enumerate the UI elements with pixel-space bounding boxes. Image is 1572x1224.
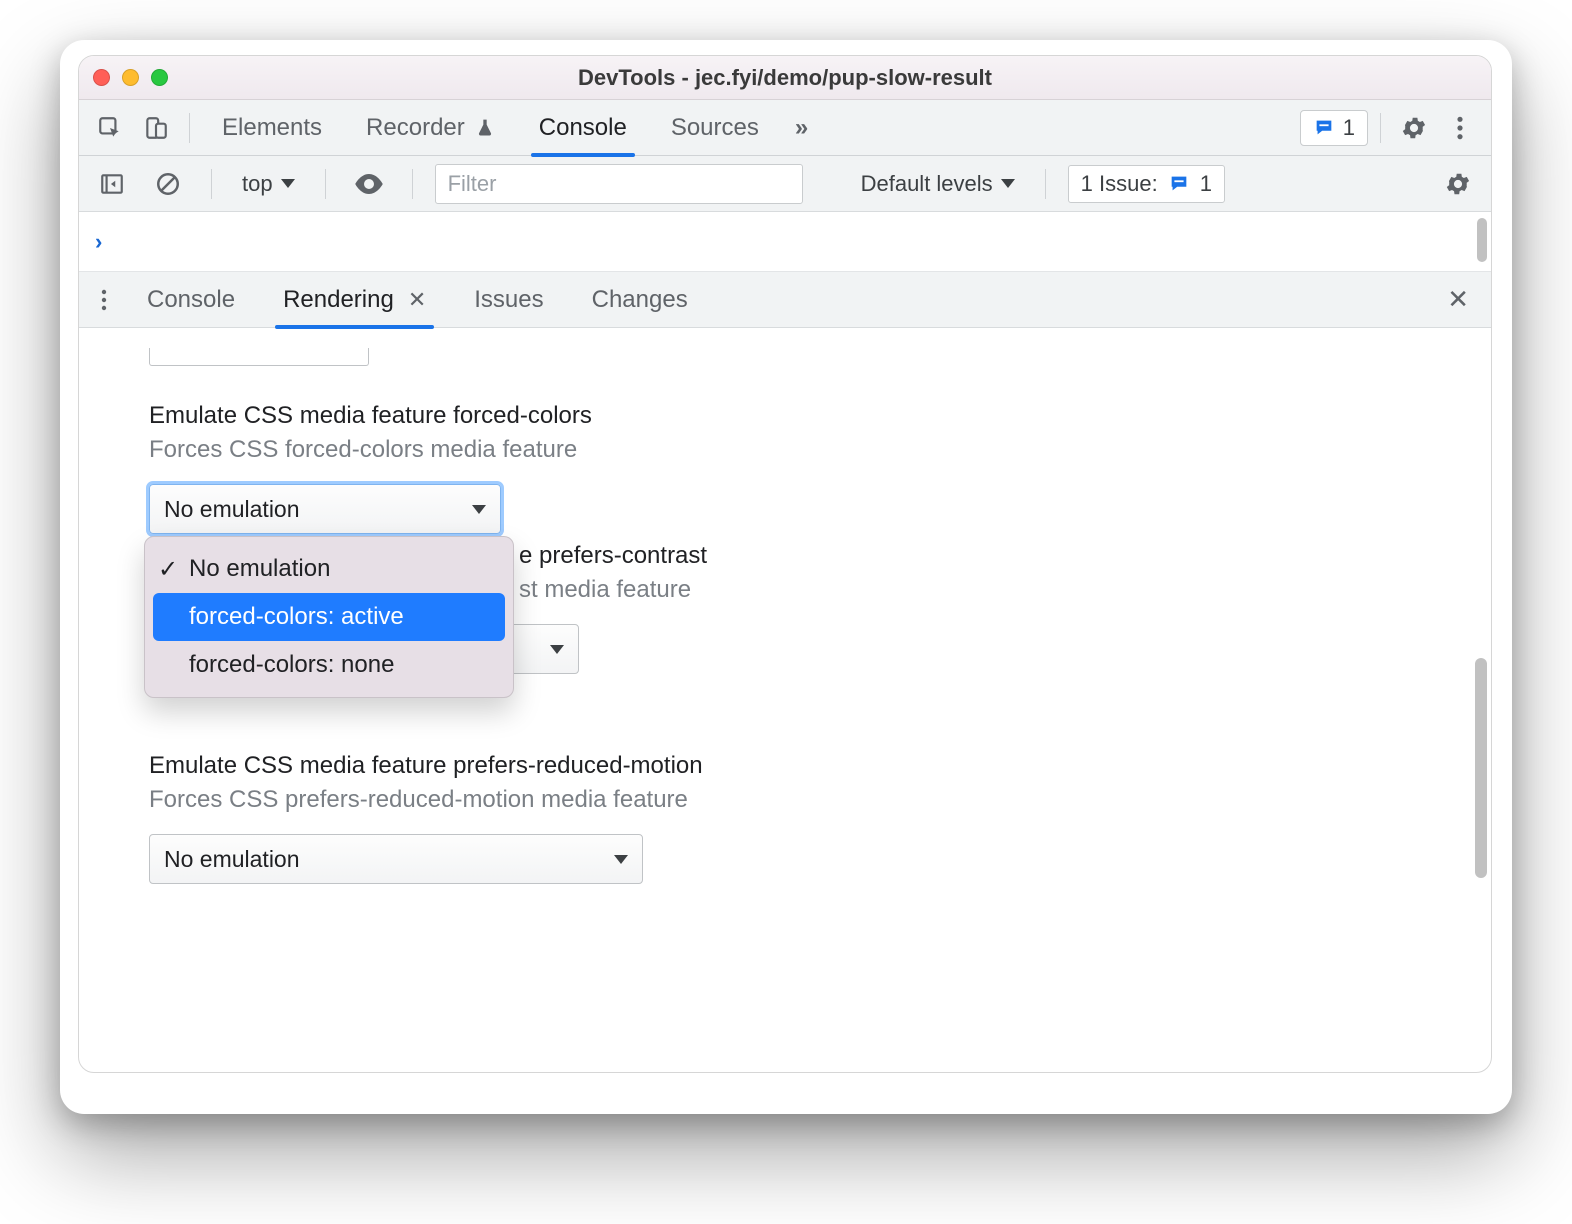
close-tab-icon[interactable]: ✕	[408, 287, 426, 313]
live-expression-eye-icon[interactable]	[348, 164, 390, 204]
dropdown-option-forced-colors-active[interactable]: forced-colors: active	[153, 593, 505, 641]
scrollbar-thumb[interactable]	[1477, 218, 1487, 262]
chevron-down-icon	[472, 505, 486, 514]
prefers-contrast-title-partial: e prefers-contrast	[519, 542, 707, 570]
filter-input[interactable]: Filter	[435, 164, 803, 204]
tab-label: Issues	[474, 286, 543, 314]
separator	[325, 169, 326, 199]
select-value: No emulation	[164, 846, 300, 873]
separator	[1380, 113, 1381, 143]
separator	[412, 169, 413, 199]
chevron-down-icon	[550, 645, 564, 654]
separator	[1045, 169, 1046, 199]
clear-console-icon[interactable]	[147, 164, 189, 204]
prompt-caret-icon: ›	[95, 229, 102, 255]
dropdown-option-forced-colors-none[interactable]: forced-colors: none	[145, 641, 513, 689]
tab-elements[interactable]: Elements	[202, 100, 342, 156]
tab-label: Recorder	[366, 114, 465, 142]
minimize-window-button[interactable]	[122, 69, 139, 86]
scrollbar-thumb[interactable]	[1475, 658, 1487, 878]
check-icon: ✓	[157, 555, 179, 584]
section-subtitle: Forces CSS prefers-reduced-motion media …	[149, 786, 1421, 814]
option-label: No emulation	[189, 555, 330, 583]
tab-label: Sources	[671, 114, 759, 142]
section-title: Emulate CSS media feature forced-colors	[149, 402, 1421, 430]
option-label: forced-colors: none	[189, 651, 394, 679]
tab-recorder[interactable]: Recorder	[346, 100, 515, 156]
chevron-down-icon	[281, 179, 295, 188]
more-tabs-button[interactable]: »	[783, 100, 820, 156]
flask-icon	[475, 117, 495, 139]
window-controls	[93, 69, 168, 86]
truncated-select	[149, 348, 369, 366]
tab-sources[interactable]: Sources	[651, 100, 779, 156]
close-drawer-icon[interactable]: ✕	[1433, 284, 1483, 315]
speech-icon	[1313, 117, 1335, 139]
kebab-menu-icon[interactable]	[1439, 108, 1481, 148]
devtools-window: DevTools - jec.fyi/demo/pup-slow-result …	[78, 55, 1492, 1073]
issues-count: 1	[1343, 115, 1355, 141]
console-settings-gear-icon[interactable]	[1437, 164, 1479, 204]
chevron-down-icon	[1001, 179, 1015, 188]
rendering-panel: Emulate CSS media feature forced-colors …	[79, 328, 1491, 1072]
drawer-kebab-icon[interactable]	[87, 280, 121, 320]
tab-label: Console	[147, 286, 235, 314]
separator	[211, 169, 212, 199]
window-title: DevTools - jec.fyi/demo/pup-slow-result	[79, 65, 1491, 91]
drawer-tab-console[interactable]: Console	[125, 272, 257, 328]
tab-label: Changes	[592, 286, 688, 314]
prefers-contrast-sub-partial: st media feature	[519, 576, 691, 604]
drawer-tab-issues[interactable]: Issues	[452, 272, 565, 328]
prefers-reduced-motion-select[interactable]: No emulation	[149, 834, 643, 884]
tab-console[interactable]: Console	[519, 100, 647, 156]
main-tabstrip: Elements Recorder Console Sources » 1	[79, 100, 1491, 156]
device-toolbar-icon[interactable]	[135, 108, 177, 148]
forced-colors-select[interactable]: No emulation	[149, 484, 501, 534]
drawer-tabstrip: Console Rendering ✕ Issues Changes ✕	[79, 272, 1491, 328]
context-label: top	[242, 171, 273, 197]
chevron-down-icon	[614, 855, 628, 864]
inspect-element-icon[interactable]	[89, 108, 131, 148]
tab-label: Rendering	[283, 286, 394, 314]
tab-label: Console	[539, 114, 627, 142]
section-subtitle: Forces CSS forced-colors media feature	[149, 436, 1421, 464]
levels-label: Default levels	[861, 171, 993, 197]
option-label: forced-colors: active	[189, 603, 404, 631]
drawer-tab-changes[interactable]: Changes	[570, 272, 710, 328]
separator	[189, 113, 190, 143]
issues-badge[interactable]: 1	[1300, 110, 1368, 146]
console-toolbar: top Filter Default levels 1 Issue:	[79, 156, 1491, 212]
section-title: Emulate CSS media feature prefers-reduce…	[149, 752, 1421, 780]
tab-label: Elements	[222, 114, 322, 142]
titlebar: DevTools - jec.fyi/demo/pup-slow-result	[79, 56, 1491, 100]
issues-link[interactable]: 1 Issue: 1	[1068, 165, 1225, 203]
close-window-button[interactable]	[93, 69, 110, 86]
console-prompt[interactable]: ›	[79, 212, 1491, 272]
filter-placeholder: Filter	[448, 171, 497, 197]
zoom-window-button[interactable]	[151, 69, 168, 86]
prefers-reduced-motion-section: Emulate CSS media feature prefers-reduce…	[149, 752, 1421, 884]
speech-icon	[1168, 173, 1190, 195]
context-selector[interactable]: top	[234, 167, 303, 201]
issues-link-label: 1 Issue:	[1081, 171, 1158, 197]
issues-link-count: 1	[1200, 171, 1212, 197]
forced-colors-section: Emulate CSS media feature forced-colors …	[149, 402, 1421, 534]
select-value: No emulation	[164, 496, 300, 523]
forced-colors-dropdown: ✓ No emulation forced-colors: active for…	[144, 536, 514, 698]
settings-gear-icon[interactable]	[1393, 108, 1435, 148]
dropdown-option-no-emulation[interactable]: ✓ No emulation	[145, 545, 513, 593]
drawer-tab-rendering[interactable]: Rendering ✕	[261, 272, 448, 328]
log-levels-selector[interactable]: Default levels	[853, 167, 1023, 201]
console-sidebar-toggle-icon[interactable]	[91, 164, 133, 204]
